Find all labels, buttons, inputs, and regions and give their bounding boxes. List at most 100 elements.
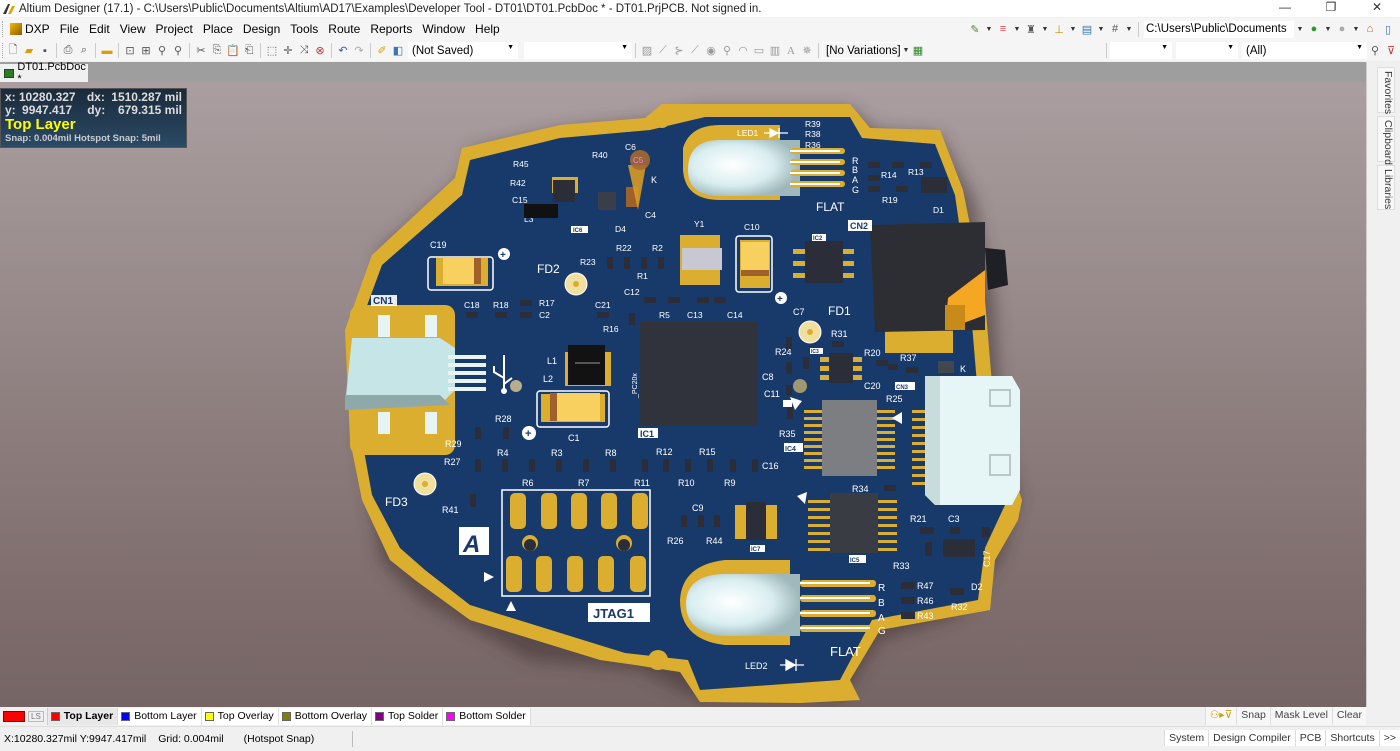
interactive-length-tuning-icon[interactable]: ⟋ <box>687 43 703 59</box>
menu-edit[interactable]: Edit <box>84 19 115 39</box>
forward-icon[interactable]: ● <box>1334 21 1350 37</box>
menu-file[interactable]: File <box>55 19 84 39</box>
browse-components-icon[interactable]: ◧ <box>390 43 406 59</box>
copy-icon[interactable]: ⎘ <box>209 43 225 59</box>
diff-pair-icon[interactable]: ⊱ <box>671 43 687 59</box>
menu-place[interactable]: Place <box>198 19 238 39</box>
route-multiple-icon[interactable]: ⟋ <box>655 43 671 59</box>
current-layer-indicator[interactable]: LS <box>0 707 48 725</box>
dropdown-arrow[interactable]: ▼ <box>1352 26 1360 33</box>
save-icon[interactable]: ▪ <box>37 43 53 59</box>
layer-tab-top-overlay[interactable]: Top Overlay <box>201 707 279 725</box>
move-icon[interactable]: ✛ <box>280 43 296 59</box>
select-area-icon[interactable]: ⬚ <box>264 43 280 59</box>
dimension-icon[interactable]: ⊥ <box>1051 21 1067 37</box>
panel-button-pcb[interactable]: PCB <box>1294 730 1326 746</box>
menu-reports[interactable]: Reports <box>365 19 417 39</box>
panel-button-shortcuts[interactable]: Shortcuts <box>1325 730 1379 746</box>
dropdown-arrow[interactable]: ▼ <box>985 26 993 33</box>
path-dropdown-arrow[interactable]: ▼ <box>1296 26 1304 33</box>
menu-design[interactable]: Design <box>238 19 285 39</box>
filter-combo-2[interactable]: ▼ <box>1176 42 1238 59</box>
layer-tab-bottom-overlay[interactable]: Bottom Overlay <box>278 707 373 725</box>
mask-level-button[interactable]: Mask Level <box>1269 707 1332 725</box>
filter-combo-1[interactable]: ▼ <box>1110 42 1172 59</box>
document-icon[interactable]: ▯ <box>1380 21 1396 37</box>
zoom-fit-icon[interactable]: ⊡ <box>122 43 138 59</box>
dropdown-arrow[interactable]: ▼ <box>1069 26 1077 33</box>
unnamed-combo[interactable]: ▼ <box>524 42 632 59</box>
rubber-stamp-icon[interactable]: ⎗ <box>241 43 257 59</box>
layer-tab-bottom-layer[interactable]: Bottom Layer <box>118 707 202 725</box>
filter-all-combo[interactable]: (All) ▼ <box>1242 42 1367 59</box>
panel-tab-clipboard[interactable]: Clipboard <box>1377 116 1395 165</box>
deselect-icon[interactable]: ⤨ <box>296 43 312 59</box>
zoom-filtered-icon[interactable]: ⚲ <box>170 43 186 59</box>
dropdown-arrow[interactable]: ▼ <box>1125 26 1133 33</box>
grid-icon[interactable]: # <box>1107 21 1123 37</box>
maximize-button[interactable]: ❐ <box>1308 0 1354 17</box>
menu-dxp[interactable]: DXP <box>5 19 55 39</box>
via-icon[interactable]: ⚲ <box>719 43 735 59</box>
variations-combo[interactable]: [No Variations] <box>822 42 902 59</box>
menu-tools[interactable]: Tools <box>285 19 323 39</box>
print-preview-icon[interactable]: ⌕ <box>76 43 92 59</box>
panel-button-more[interactable]: >> <box>1378 730 1400 746</box>
print-icon[interactable]: ⎙ <box>60 43 76 59</box>
zoom-area-icon[interactable]: ⊞ <box>138 43 154 59</box>
layer-set-button[interactable]: LS <box>28 710 44 722</box>
interactive-route-icon[interactable]: ▨ <box>639 43 655 59</box>
clear-filter-icon[interactable]: ⊽ <box>1383 43 1399 59</box>
layer-tab-bottom-solder[interactable]: Bottom Solder <box>443 707 531 725</box>
layer-tab-top-layer[interactable]: Top Layer <box>47 707 119 725</box>
component-icon[interactable]: ✵ <box>799 43 815 59</box>
save-state-combo[interactable]: (Not Saved) ▼ <box>408 42 518 59</box>
pcb-3d-canvas[interactable]: CN1 CN1 LED1 R39 R38 R36 R B A G FLAT R1… <box>0 82 1366 707</box>
panel-tab-libraries[interactable]: Libraries <box>1377 165 1395 210</box>
back-icon[interactable]: ● <box>1306 21 1322 37</box>
open-folder-icon[interactable]: ▰ <box>21 43 37 59</box>
menu-view[interactable]: View <box>115 19 151 39</box>
paste-icon[interactable]: 📋 <box>225 43 241 59</box>
minimize-button[interactable]: — <box>1262 0 1308 17</box>
chevron-down-icon[interactable]: ▼ <box>902 47 910 54</box>
arc-icon[interactable]: ◠ <box>735 43 751 59</box>
tab-dt01-pcbdoc[interactable]: DT01.PcbDoc * <box>0 61 88 85</box>
align-icon[interactable]: ≡ <box>995 21 1011 37</box>
panel-tab-favorites[interactable]: Favorites <box>1377 67 1395 114</box>
undo-icon[interactable]: ↶ <box>335 43 351 59</box>
polygon-icon[interactable]: ▥ <box>767 43 783 59</box>
layer-tab-top-solder[interactable]: Top Solder <box>372 707 444 725</box>
find-icon[interactable]: ♜ <box>1023 21 1039 37</box>
menu-window[interactable]: Window <box>417 19 470 39</box>
redo-icon[interactable]: ↷ <box>351 43 367 59</box>
cross-probe-icon[interactable]: ✐ <box>374 43 390 59</box>
string-icon[interactable]: A <box>783 43 799 59</box>
selection-filter-icon[interactable]: ⚇▸⊽ <box>1204 707 1237 725</box>
new-file-icon[interactable]: 🗋 <box>5 43 21 59</box>
dropdown-arrow[interactable]: ▼ <box>1324 26 1332 33</box>
interactive-routing-icon[interactable]: ✎ <box>967 21 983 37</box>
menu-help[interactable]: Help <box>470 19 505 39</box>
clear-filter-icon[interactable]: ⊗ <box>312 43 328 59</box>
pad-icon[interactable]: ◉ <box>703 43 719 59</box>
cut-icon[interactable]: ✂ <box>193 43 209 59</box>
menu-route[interactable]: Route <box>323 19 365 39</box>
room-icon[interactable]: ▤ <box>1079 21 1095 37</box>
zoom-selected-icon[interactable]: ⚲ <box>154 43 170 59</box>
snap-button[interactable]: Snap <box>1236 707 1270 725</box>
dropdown-arrow[interactable]: ▼ <box>1041 26 1049 33</box>
close-button[interactable]: ✕ <box>1354 0 1400 17</box>
panel-button-system[interactable]: System <box>1164 730 1209 746</box>
fill-icon[interactable]: ▭ <box>751 43 767 59</box>
path-input[interactable]: C:\Users\Public\Documents <box>1144 20 1294 38</box>
panel-button-design-compiler[interactable]: Design Compiler <box>1208 730 1295 746</box>
home-icon[interactable]: ⌂ <box>1362 21 1378 37</box>
menu-project[interactable]: Project <box>151 19 198 39</box>
clear-button[interactable]: Clear <box>1331 707 1366 725</box>
variant-manager-icon[interactable]: ▦ <box>910 43 926 59</box>
dropdown-arrow[interactable]: ▼ <box>1097 26 1105 33</box>
apply-filter-icon[interactable]: ⚲ <box>1367 43 1383 59</box>
open-device-icon[interactable]: ▬ <box>99 43 115 59</box>
dropdown-arrow[interactable]: ▼ <box>1013 26 1021 33</box>
